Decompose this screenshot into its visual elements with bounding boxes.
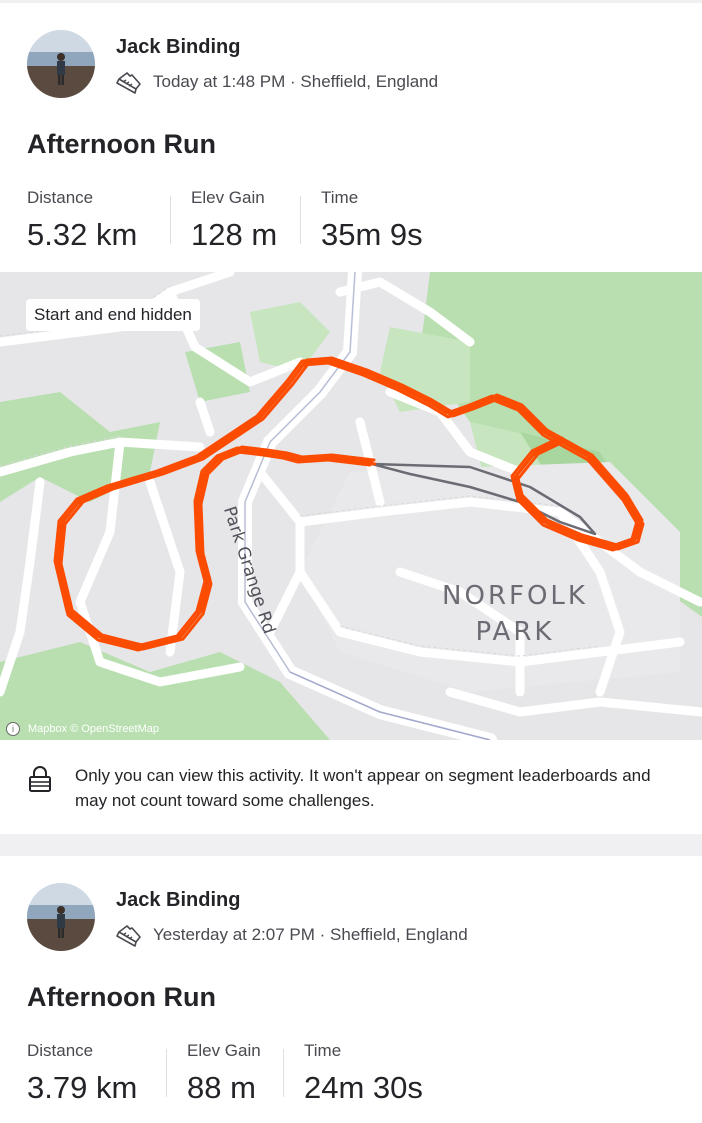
stat-distance: Distance 5.32 km [27,188,137,253]
privacy-notice-text: Only you can view this activity. It won'… [75,766,651,810]
stat-label: Elev Gain [191,188,265,207]
start-end-hidden-badge: Start and end hidden [26,299,200,331]
stat-time: Time 35m 9s [321,188,423,253]
stat-distance: Distance 3.79 km [27,1041,137,1106]
stat-value: 128 m [191,217,278,252]
park-label-line1: NORFOLK [442,581,588,611]
stat-value: 35m 9s [321,217,423,252]
lock-icon [29,766,51,792]
stat-divider [170,196,171,244]
park-label-line2: PARK [475,617,555,647]
map-attribution[interactable]: i Mapbox © OpenStreetMap [6,722,159,736]
activity-title[interactable]: Afternoon Run [27,129,216,160]
stat-elevation: Elev Gain 88 m [187,1041,261,1106]
avatar[interactable] [27,30,95,98]
avatar[interactable] [27,883,95,951]
activity-title[interactable]: Afternoon Run [27,982,216,1013]
running-shoe-icon [116,925,141,947]
stat-value: 5.32 km [27,217,138,252]
attribution-text[interactable]: Mapbox © OpenStreetMap [28,723,159,735]
stat-label: Time [321,188,359,207]
stat-divider [166,1049,167,1097]
stat-value: 88 m [187,1070,256,1105]
stat-label: Elev Gain [187,1041,261,1060]
activity-meta: Yesterday at 2:07 PM · Sheffield, Englan… [116,923,468,947]
athlete-name[interactable]: Jack Binding [116,889,240,912]
stat-elevation: Elev Gain 128 m [191,188,277,253]
park-label: NORFOLK PARK [415,578,615,650]
info-icon[interactable]: i [6,722,20,736]
stat-divider [283,1049,284,1097]
stat-value: 3.79 km [27,1070,138,1105]
activity-card[interactable]: Jack Binding Yesterday at 2:07 PM · Shef… [0,856,702,1123]
activity-meta-text: Yesterday at 2:07 PM · Sheffield, Englan… [153,925,468,944]
route-map[interactable]: Start and end hidden Park Grange Rd NORF… [0,272,702,740]
activity-meta: Today at 1:48 PM · Sheffield, England [116,70,438,94]
stat-value: 24m 30s [304,1070,423,1105]
stat-time: Time 24m 30s [304,1041,423,1106]
stat-label: Distance [27,1041,94,1060]
activity-route [53,356,645,652]
stat-label: Distance [27,188,94,207]
athlete-name[interactable]: Jack Binding [116,36,240,59]
running-shoe-icon [116,72,141,94]
activity-meta-text: Today at 1:48 PM · Sheffield, England [153,72,439,91]
stat-divider [300,196,301,244]
activity-card[interactable]: Jack Binding Today at 1:48 PM · Sheffiel… [0,3,702,834]
privacy-notice: Only you can view this activity. It won'… [27,763,677,813]
stat-label: Time [304,1041,342,1060]
